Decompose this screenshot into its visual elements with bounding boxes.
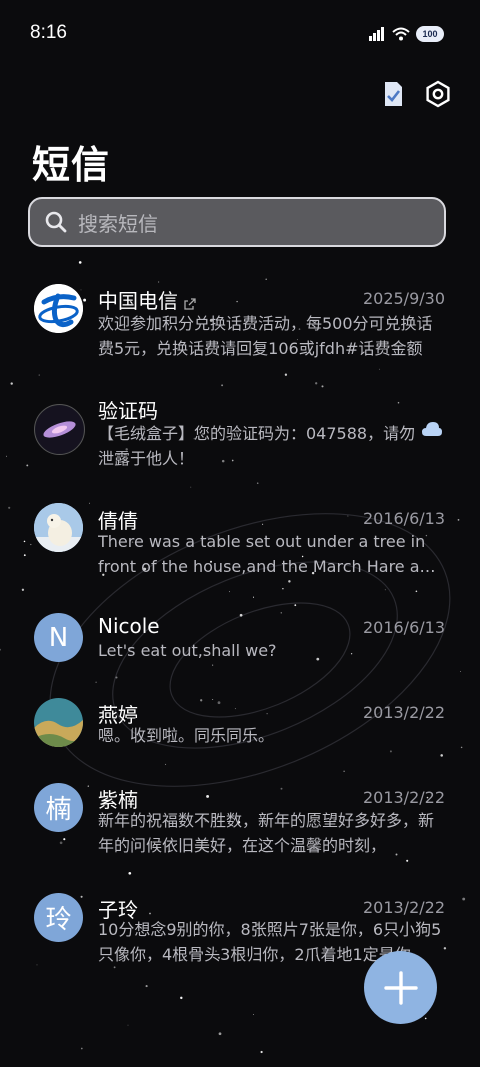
avatar: 玲 [34,893,83,942]
message-preview: 嗯。收到啦。同乐同乐。 [98,726,275,745]
message-date: 2013/2/22 [362,898,445,917]
conversation-list: 中国电信 2025/9/30 欢迎参加积分兑换话费活动，每500分可兑换话费5元… [0,0,480,1067]
plus-icon [383,970,418,1005]
landscape-photo [34,698,83,747]
message-date: 2016/6/13 [362,618,445,637]
contact-name: 验证码 [98,399,158,423]
message-date: 2016/6/13 [362,509,445,528]
list-item[interactable]: 中国电信 2025/9/30 欢迎参加积分兑换话费活动，每500分可兑换话费5元… [0,283,480,363]
contact-name: 中国电信 [98,289,178,313]
contact-name: Nicole [98,614,160,638]
list-item[interactable]: 燕婷 2013/2/22 嗯。收到啦。同乐同乐。 [0,698,480,758]
china-telecom-logo [34,284,83,333]
polar-bear-photo [34,503,83,552]
avatar: N [34,613,83,662]
message-date: 2013/2/22 [362,788,445,807]
message-preview: 【毛绒盒子】您的验证码为：047588，请勿泄露于他人！ [98,424,416,468]
message-preview: 欢迎参加积分兑换话费活动，每500分可兑换话费5元，兑换话费请回复106或jfd… [98,314,433,358]
list-item[interactable]: 楠 紫楠 2013/2/22 新年的祝福数不胜数，新年的愿望好多好多，新年的问候… [0,783,480,863]
message-date: 2025/9/30 [362,289,445,308]
message-preview: There was a table set out under a tree i… [98,532,440,576]
cloud-icon [421,420,443,442]
new-message-button[interactable] [364,951,437,1024]
avatar: 楠 [34,783,83,832]
message-preview: Let's eat out,shall we? [98,641,277,660]
list-item[interactable]: 验证码 【毛绒盒子】您的验证码为：047588，请勿泄露于他人！ [0,393,480,473]
list-item[interactable]: N Nicole 2016/6/13 Let's eat out,shall w… [0,613,480,673]
message-date: 2013/2/22 [362,703,445,722]
message-preview: 新年的祝福数不胜数，新年的愿望好多好多，新年的问候依旧美好，在这个温馨的时刻， [98,811,435,855]
galaxy-avatar [34,404,85,455]
list-item[interactable]: 倩倩 2016/6/13 There was a table set out u… [0,503,480,583]
